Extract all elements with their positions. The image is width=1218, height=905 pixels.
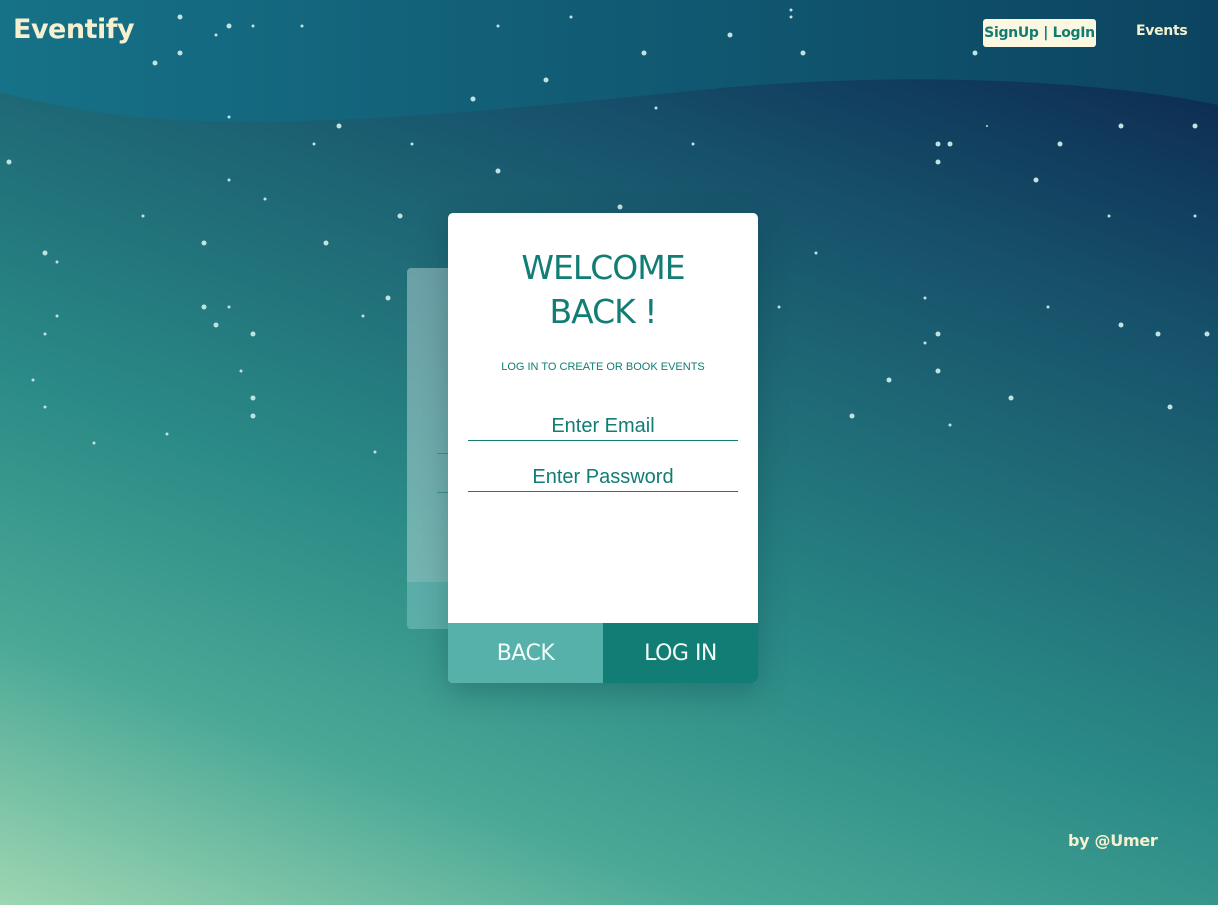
eventify-logo[interactable]: Eventify: [13, 14, 135, 45]
welcome-title: WELCOME BACK !: [448, 246, 758, 334]
author-credit: by @Umer: [1068, 831, 1158, 850]
password-field[interactable]: [468, 464, 738, 492]
email-field[interactable]: [468, 413, 738, 441]
login-subtitle: LOG IN TO CREATE OR BOOK EVENTS: [501, 361, 705, 373]
login-button[interactable]: LOG IN: [603, 623, 758, 683]
back-button[interactable]: BACK: [448, 623, 603, 683]
events-link[interactable]: Events: [1136, 23, 1188, 39]
welcome-title-line1: WELCOME: [521, 248, 685, 287]
signup-login-button[interactable]: SignUp | LogIn: [983, 19, 1096, 47]
login-card: WELCOME BACK ! LOG IN TO CREATE OR BOOK …: [448, 213, 758, 683]
welcome-title-line2: BACK !: [549, 292, 657, 331]
